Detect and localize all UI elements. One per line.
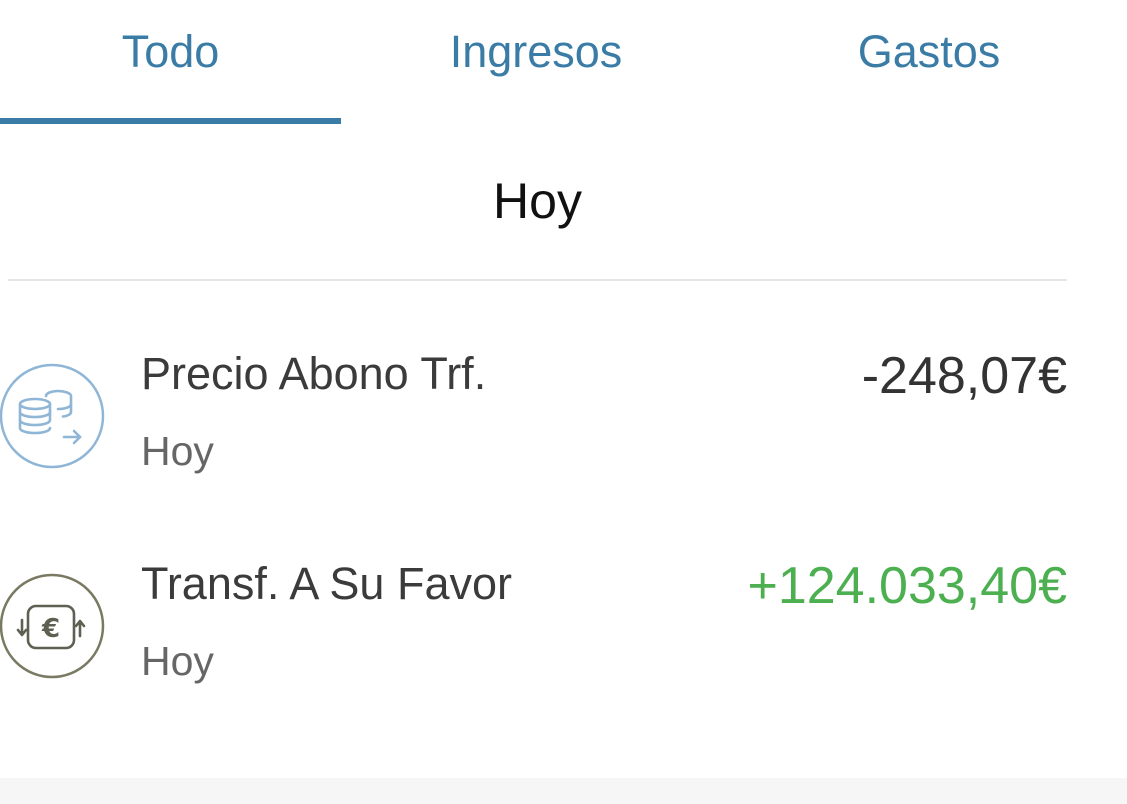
- tab-todo[interactable]: Todo: [0, 0, 341, 124]
- transaction-title: Transf. A Su Favor: [141, 558, 512, 609]
- transaction-row[interactable]: Precio Abono Trf. Hoy -248,07€: [0, 340, 1127, 500]
- transaction-date: Hoy: [141, 428, 214, 474]
- coins-transfer-icon: [0, 363, 105, 469]
- transaction-amount: +124.033,40€: [747, 557, 1067, 615]
- svg-text:€: €: [41, 614, 60, 644]
- euro-exchange-icon: €: [0, 573, 105, 679]
- tab-gastos[interactable]: Gastos: [731, 0, 1127, 124]
- transaction-title: Precio Abono Trf.: [141, 348, 487, 399]
- active-tab-indicator: [0, 118, 341, 124]
- tab-bar: Todo Ingresos Gastos: [0, 0, 1127, 124]
- bottom-bar: [0, 778, 1127, 804]
- tab-ingresos-label: Ingresos: [449, 26, 623, 77]
- tab-todo-label: Todo: [121, 26, 220, 77]
- transaction-row[interactable]: € Transf. A Su Favor Hoy +124.033,40€: [0, 550, 1127, 710]
- divider: [8, 279, 1067, 281]
- section-header-date: Hoy: [493, 173, 582, 229]
- transaction-amount: -248,07€: [861, 347, 1067, 405]
- transaction-date: Hoy: [141, 638, 214, 684]
- tab-ingresos[interactable]: Ingresos: [341, 0, 731, 124]
- tab-gastos-label: Gastos: [857, 26, 1001, 77]
